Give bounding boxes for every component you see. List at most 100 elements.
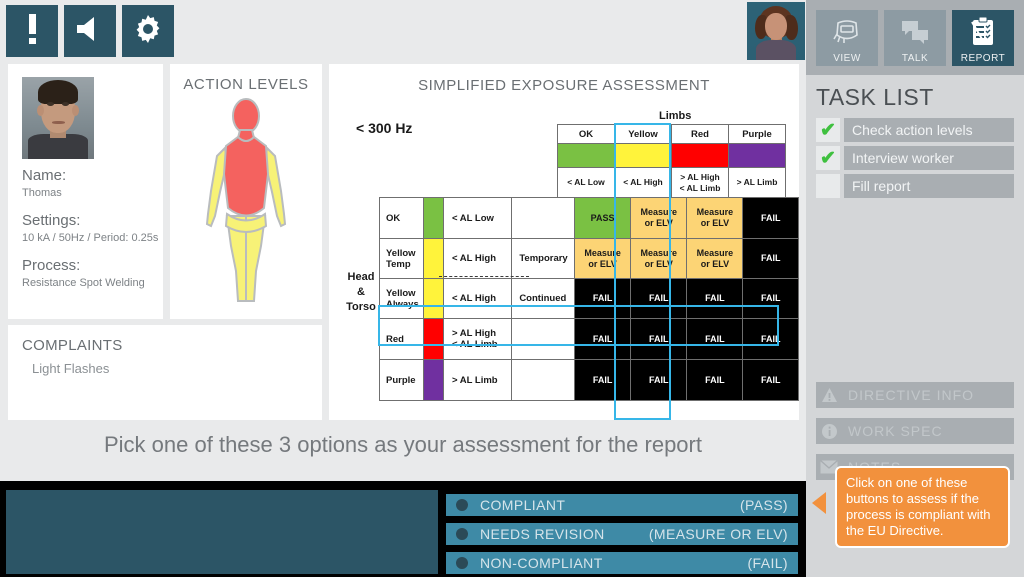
matrix-cell: Measure or ELV xyxy=(686,197,744,239)
column-name: OK xyxy=(557,124,615,144)
directive-info-button[interactable]: DIRECTIVE INFO xyxy=(816,382,1014,408)
sound-button[interactable] xyxy=(64,5,116,57)
column-swatch xyxy=(557,143,615,168)
row-duration xyxy=(511,197,576,239)
task-list-title: TASK LIST xyxy=(816,84,934,110)
matrix-cell: FAIL xyxy=(686,278,744,319)
matrix-cell: PASS xyxy=(574,197,632,239)
matrix-row: Yellow Always < AL High Continued FAIL FA… xyxy=(379,278,799,319)
tooltip: Click on one of these buttons to assess … xyxy=(835,466,1010,548)
matrix-cell: FAIL xyxy=(574,278,632,319)
mode-button-report[interactable]: REPORT xyxy=(952,10,1014,66)
temporary-continued-divider xyxy=(439,276,529,277)
matrix-cell: Measure or ELV xyxy=(630,197,688,239)
row-swatch xyxy=(422,359,444,401)
worker-process-label: Process: xyxy=(22,257,81,274)
matrix-cell: FAIL xyxy=(742,197,799,239)
clipboard-icon xyxy=(969,10,997,53)
bottom-bar: COMPLIANT (PASS) NEEDS REVISION (MEASURE… xyxy=(0,481,806,577)
directive-info-label: DIRECTIVE INFO xyxy=(848,387,975,403)
assessment-title: SIMPLIFIED EXPOSURE ASSESSMENT xyxy=(418,77,710,94)
portrait-body xyxy=(756,40,796,60)
mode-label: VIEW xyxy=(833,53,861,64)
matrix-cell: FAIL xyxy=(574,318,632,360)
tooltip-arrow-icon xyxy=(812,492,826,514)
worker-name-value: Thomas xyxy=(22,187,62,199)
option-needs-revision[interactable]: NEEDS REVISION (MEASURE OR ELV) xyxy=(444,521,800,547)
mode-button-view[interactable]: VIEW xyxy=(816,10,878,66)
column-swatch xyxy=(671,143,729,168)
worker-photo xyxy=(22,77,94,159)
task-checkbox[interactable]: ✔ xyxy=(816,118,840,142)
task-item[interactable]: Fill report xyxy=(816,174,1014,198)
task-label: Check action levels xyxy=(844,118,1014,142)
matrix-cell: Measure or ELV xyxy=(686,238,744,279)
action-levels-card: ACTION LEVELS xyxy=(170,64,322,319)
row-condition: < AL Low xyxy=(442,197,513,239)
limbs-axis-label: Limbs xyxy=(659,110,692,122)
speaker-icon xyxy=(75,15,105,48)
row-name: Purple xyxy=(379,359,424,401)
matrix-cell: Measure or ELV xyxy=(574,238,632,279)
complaints-item: Light Flashes xyxy=(32,361,110,376)
option-compliant[interactable]: COMPLIANT (PASS) xyxy=(444,492,800,518)
exposure-assessment-card: SIMPLIFIED EXPOSURE ASSESSMENT < 300 Hz … xyxy=(329,64,799,420)
bullet-icon xyxy=(456,499,468,511)
mode-button-talk[interactable]: TALK xyxy=(884,10,946,66)
row-swatch xyxy=(422,278,444,319)
worker-photo-ear-right xyxy=(72,105,79,116)
task-item[interactable]: ✔ Check action levels xyxy=(816,118,1014,142)
column-name: Purple xyxy=(728,124,786,144)
limb-arm-right xyxy=(263,145,287,228)
limbs-column-header: OK Yellow Red Purple < AL Low < AL High … xyxy=(557,124,786,198)
column-name: Yellow xyxy=(614,124,672,144)
task-checkbox[interactable]: ✔ xyxy=(816,146,840,170)
row-swatch xyxy=(422,197,444,239)
instruction-text: Pick one of these 3 options as your asse… xyxy=(104,432,702,457)
matrix-row: Yellow Temp < AL High Temporary Measure or… xyxy=(379,238,799,279)
option-non-compliant[interactable]: NON-COMPLIANT (FAIL) xyxy=(444,550,800,576)
row-condition: > AL High < AL Limb xyxy=(442,318,513,360)
matrix-cell: FAIL xyxy=(630,278,688,319)
worker-settings-value: 10 kA / 50Hz / Period: 0.25s xyxy=(22,232,159,244)
matrix-cell: FAIL xyxy=(742,318,799,360)
task-item[interactable]: ✔ Interview worker xyxy=(816,146,1014,170)
work-spec-label: WORK SPEC xyxy=(848,423,943,439)
frequency-label: < 300 Hz xyxy=(356,120,413,136)
warning-icon xyxy=(816,382,842,408)
body-diagram xyxy=(205,98,287,302)
column-condition: > AL Limb xyxy=(728,167,786,198)
worker-photo-eye-right xyxy=(62,102,69,106)
matrix-row: OK < AL Low PASS Measure or ELV Measure or… xyxy=(379,197,799,239)
welding-helmet-icon xyxy=(832,10,862,53)
complaints-card: COMPLAINTS Light Flashes xyxy=(8,325,322,420)
matrix-cell: FAIL xyxy=(742,238,799,279)
complaints-title: COMPLAINTS xyxy=(22,337,123,354)
worker-photo-mouth xyxy=(52,121,65,124)
row-duration: Temporary xyxy=(511,238,576,279)
row-condition: < AL High xyxy=(442,238,513,279)
matrix-cell: Measure or ELV xyxy=(630,238,688,279)
alert-button[interactable] xyxy=(6,5,58,57)
matrix-cell: FAIL xyxy=(686,318,744,360)
bullet-icon xyxy=(456,528,468,540)
option-note: (MEASURE OR ELV) xyxy=(648,526,788,542)
matrix-cell: FAIL xyxy=(686,359,744,401)
assessment-matrix: OK < AL Low PASS Measure or ELV Measure or… xyxy=(379,197,799,401)
task-checkbox[interactable] xyxy=(816,174,840,198)
check-icon: ✔ xyxy=(820,119,836,141)
column-swatch-row xyxy=(557,143,786,168)
worker-name-label: Name: xyxy=(22,167,67,184)
top-toolbar xyxy=(0,0,806,60)
column-condition: > AL High < AL Limb xyxy=(671,167,729,198)
torso-head xyxy=(232,98,260,134)
dialogue-panel xyxy=(6,490,438,574)
column-condition-row: < AL Low < AL High > AL High < AL Limb > … xyxy=(557,167,786,198)
work-spec-button[interactable]: WORK SPEC xyxy=(816,418,1014,444)
option-label: NEEDS REVISION xyxy=(480,526,605,542)
row-name: OK xyxy=(379,197,424,239)
settings-button[interactable] xyxy=(122,5,174,57)
row-duration: Continued xyxy=(511,278,576,319)
row-condition: < AL High xyxy=(442,278,513,319)
worker-settings-label: Settings: xyxy=(22,212,81,229)
